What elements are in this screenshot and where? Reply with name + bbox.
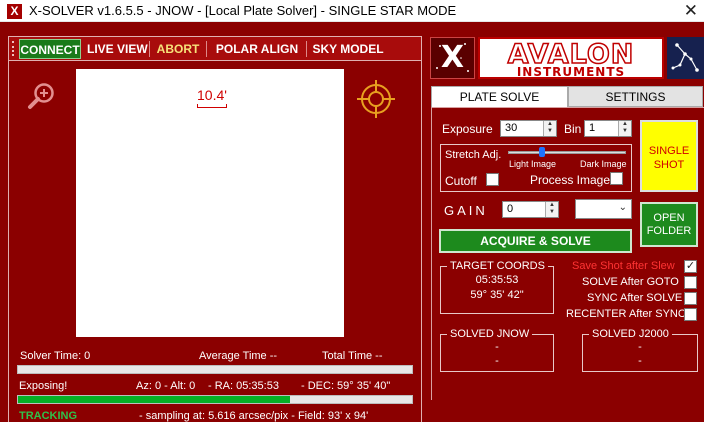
solved-jnow-ra: - xyxy=(495,341,499,353)
main-area: CONNECT LIVE VIEW ABORT POLAR ALIGN SKY … xyxy=(0,22,704,422)
open-folder-button[interactable]: OPEN FOLDER xyxy=(640,202,698,247)
solved-j2000-group: SOLVED J2000 - - xyxy=(582,328,698,372)
exposure-progress-fill xyxy=(18,396,290,403)
exposure-label: Exposure xyxy=(442,122,493,136)
stepper-arrows-icon[interactable]: ▲ ▼ xyxy=(618,121,631,136)
target-coords-group: TARGET COORDS 05:35:53 59° 35' 42" xyxy=(440,260,554,314)
polar-align-button[interactable]: POLAR ALIGN xyxy=(212,37,302,61)
solver-time: Solver Time: 0 xyxy=(20,350,91,362)
zoom-icon[interactable] xyxy=(27,81,57,111)
bin-value: 1 xyxy=(589,122,596,134)
dec-readout: - DEC: 59° 35' 40" xyxy=(301,380,391,392)
stretch-label: Stretch Adj. xyxy=(445,149,502,161)
dark-image-label: Dark Image xyxy=(580,159,627,169)
process-image-checkbox[interactable] xyxy=(610,172,623,185)
title-bar: X X-SOLVER v1.6.5.5 - JNOW - [Local Plat… xyxy=(0,0,704,22)
toolbar: CONNECT LIVE VIEW ABORT POLAR ALIGN SKY … xyxy=(9,37,421,61)
acquire-solve-button[interactable]: ACQUIRE & SOLVE xyxy=(439,229,632,253)
window-title: X-SOLVER v1.6.5.5 - JNOW - [Local Plate … xyxy=(29,3,457,18)
scale-bar xyxy=(197,104,227,108)
menu-separator xyxy=(306,41,307,57)
solver-progress-bar xyxy=(17,365,413,374)
recenter-after-sync-label: RECENTER After SYNC xyxy=(566,308,686,320)
tracking-status: TRACKING xyxy=(19,410,78,422)
ra-readout: - RA: 05:35:53 xyxy=(208,380,279,392)
solved-jnow-group: SOLVED JNOW - - xyxy=(440,328,554,372)
exposure-value: 30 xyxy=(505,122,518,134)
abort-button[interactable]: ABORT xyxy=(153,37,203,61)
toolbar-grip[interactable] xyxy=(12,41,14,56)
save-shot-label: Save Shot after Slew xyxy=(572,260,675,272)
live-view-button[interactable]: LIVE VIEW xyxy=(87,37,148,61)
exposure-progress-bar xyxy=(17,395,413,404)
cutoff-checkbox[interactable] xyxy=(486,173,499,186)
connect-button[interactable]: CONNECT xyxy=(19,39,81,59)
chevron-down-icon: ⌄ xyxy=(618,202,627,213)
solved-j2000-title: SOLVED J2000 xyxy=(589,328,672,340)
single-shot-button[interactable]: SINGLE SHOT xyxy=(640,120,698,192)
image-panel: CONNECT LIVE VIEW ABORT POLAR ALIGN SKY … xyxy=(8,36,422,422)
stepper-arrows-icon[interactable]: ▲ ▼ xyxy=(543,121,556,136)
exposing-status: Exposing! xyxy=(19,380,68,392)
tab-plate-solve[interactable]: PLATE SOLVE xyxy=(431,86,568,108)
az-alt-readout: Az: 0 - Alt: 0 xyxy=(136,380,196,392)
scale-label: 10.4' xyxy=(197,87,227,103)
tab-settings[interactable]: SETTINGS xyxy=(568,86,703,107)
gain-stepper[interactable]: 0 ▲ ▼ xyxy=(502,201,559,218)
image-preview[interactable]: 10.4' xyxy=(76,69,344,337)
solve-after-goto-checkbox[interactable] xyxy=(684,276,697,289)
stretch-slider-thumb[interactable] xyxy=(539,147,545,157)
save-shot-checkbox[interactable]: ✓ xyxy=(684,260,697,273)
crosshair-icon[interactable] xyxy=(356,79,396,119)
avalon-logo: AVALON INSTRUMENTS xyxy=(478,37,664,79)
menu-separator xyxy=(149,41,150,57)
close-icon[interactable]: ✕ xyxy=(684,1,698,21)
instruments-logo-text: INSTRUMENTS xyxy=(516,65,626,79)
stepper-arrows-icon[interactable]: ▲ ▼ xyxy=(545,202,558,217)
sampling-info: - sampling at: 5.616 arcsec/pix - Field:… xyxy=(139,410,369,422)
menu-separator xyxy=(206,41,207,57)
constellation-icon xyxy=(667,37,704,79)
stretch-slider[interactable] xyxy=(508,151,626,154)
bin-label: Bin xyxy=(564,122,582,136)
target-coords-title: TARGET COORDS xyxy=(447,260,548,272)
solved-j2000-ra: - xyxy=(638,341,642,353)
app-icon: X xyxy=(7,4,22,19)
solved-jnow-title: SOLVED JNOW xyxy=(447,328,533,340)
gain-label: GAIN xyxy=(444,203,488,218)
average-time: Average Time -- xyxy=(199,350,278,362)
gain-value: 0 xyxy=(507,203,514,215)
gain-dropdown[interactable]: ⌄ xyxy=(575,199,632,219)
x-logo: X xyxy=(430,37,475,79)
total-time: Total Time -- xyxy=(322,350,383,362)
exposure-stepper[interactable]: 30 ▲ ▼ xyxy=(500,120,557,137)
solved-jnow-dec: - xyxy=(495,355,499,367)
recenter-after-sync-checkbox[interactable] xyxy=(684,308,697,321)
sky-model-button[interactable]: SKY MODEL xyxy=(309,37,387,61)
sync-after-solve-checkbox[interactable] xyxy=(684,292,697,305)
cutoff-label: Cutoff xyxy=(445,174,477,188)
sync-after-solve-label: SYNC After SOLVE xyxy=(587,292,683,304)
target-dec: 59° 35' 42" xyxy=(470,289,524,301)
light-image-label: Light Image xyxy=(509,159,557,169)
bin-stepper[interactable]: 1 ▲ ▼ xyxy=(584,120,632,137)
solved-j2000-dec: - xyxy=(638,355,642,367)
target-ra: 05:35:53 xyxy=(475,274,519,286)
process-image-label: Process Image xyxy=(530,173,611,187)
solve-after-goto-label: SOLVE After GOTO xyxy=(582,276,679,288)
x-logo-text: X xyxy=(440,40,465,75)
